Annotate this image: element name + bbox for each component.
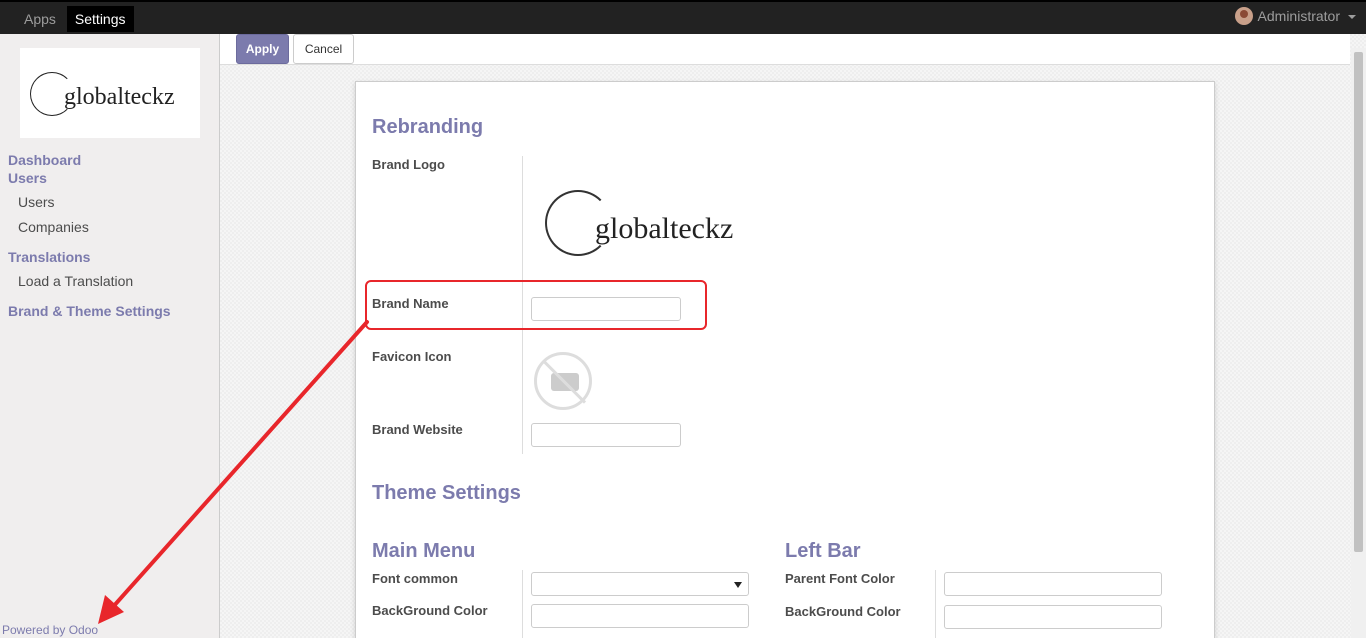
- sidebar-item-load-translation[interactable]: Load a Translation: [8, 273, 133, 289]
- favicon-icon-label: Favicon Icon: [372, 349, 452, 364]
- sidebar-item-companies[interactable]: Companies: [8, 219, 89, 235]
- main-menu-background-input[interactable]: [531, 604, 749, 628]
- chevron-down-icon: [1348, 15, 1356, 19]
- parent-font-color-label: Parent Font Color: [785, 571, 895, 586]
- sidebar-item-dashboard[interactable]: Dashboard: [8, 152, 81, 168]
- brand-logo-text: globalteckz: [595, 212, 734, 245]
- logo-text: globalteckz: [64, 84, 175, 110]
- user-menu[interactable]: Administrator: [1234, 7, 1356, 25]
- divider: [935, 570, 936, 638]
- odoo-link[interactable]: Odoo: [69, 623, 98, 637]
- sidebar-section-users: Users: [8, 170, 47, 186]
- font-common-label: Font common: [372, 571, 458, 586]
- left-bar-background-input[interactable]: [944, 605, 1162, 629]
- left-bar-background-label: BackGround Color: [785, 604, 901, 619]
- parent-font-color-input[interactable]: [944, 572, 1162, 596]
- cancel-button[interactable]: Cancel: [293, 34, 354, 64]
- scrollbar-thumb[interactable]: [1354, 52, 1363, 552]
- camera-icon[interactable]: [534, 352, 592, 410]
- brand-website-label: Brand Website: [372, 422, 463, 437]
- font-common-select[interactable]: [531, 572, 749, 596]
- avatar: [1234, 7, 1253, 25]
- annotation-highlight-box: [365, 280, 707, 330]
- control-panel: Apply Cancel: [220, 34, 1350, 65]
- brand-logo-label: Brand Logo: [372, 157, 445, 172]
- main-content: Apply Cancel Rebranding Brand Logo globa…: [220, 34, 1366, 638]
- brand-website-input[interactable]: [531, 423, 681, 447]
- sidebar-section-translations: Translations: [8, 249, 91, 265]
- powered-by-text: Powered by: [2, 623, 66, 637]
- company-logo: globalteckz: [20, 48, 200, 138]
- form-sheet: Rebranding Brand Logo globalteckz Brand …: [355, 81, 1215, 638]
- main-menu-title: Main Menu: [372, 540, 476, 562]
- apply-button[interactable]: Apply: [236, 34, 289, 64]
- dropdown-arrow-icon: [734, 582, 742, 588]
- brand-logo-image[interactable]: globalteckz: [545, 190, 785, 260]
- sidebar: globalteckz Dashboard Users Users Compan…: [0, 34, 220, 638]
- menu-apps[interactable]: Apps: [16, 6, 64, 32]
- sidebar-item-users[interactable]: Users: [8, 194, 55, 210]
- scrollbar[interactable]: [1351, 48, 1366, 638]
- sidebar-item-brand-theme[interactable]: Brand & Theme Settings: [8, 303, 171, 319]
- main-menu-background-label: BackGround Color: [372, 603, 488, 618]
- divider: [522, 570, 523, 638]
- top-navbar: Apps Settings Administrator: [0, 0, 1366, 34]
- user-name: Administrator: [1257, 8, 1340, 24]
- powered-by: Powered by Odoo: [2, 623, 98, 637]
- left-bar-title: Left Bar: [785, 540, 861, 562]
- app-menu: Apps Settings: [16, 6, 134, 32]
- rebranding-title: Rebranding: [372, 116, 484, 138]
- menu-settings[interactable]: Settings: [66, 6, 134, 32]
- theme-settings-title: Theme Settings: [372, 482, 521, 504]
